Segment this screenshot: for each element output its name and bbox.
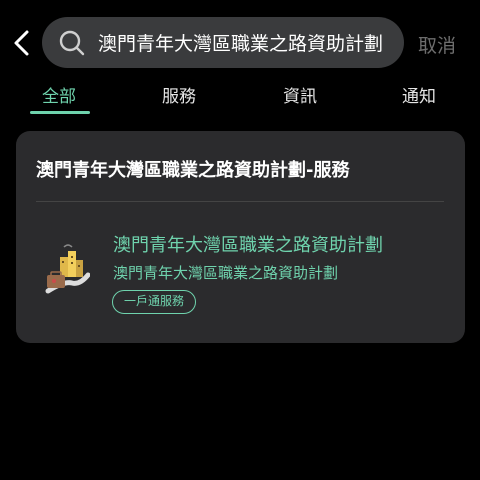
tab-bar: 全部 服務 資訊 通知 (0, 78, 480, 118)
tab-notifications[interactable]: 通知 (402, 82, 436, 107)
tab-services[interactable]: 服務 (162, 82, 196, 107)
tab-all[interactable]: 全部 (42, 82, 76, 107)
tab-info[interactable]: 資訊 (283, 82, 317, 107)
result-subtitle: 澳門青年大灣區職業之路資助計劃 (113, 264, 339, 282)
result-title[interactable]: 澳門青年大灣區職業之路資助計劃 (113, 231, 383, 257)
results-card: 澳門青年大灣區職業之路資助計劃-服務 澳門青年大灣區職業之路資助計劃 澳門青年大… (16, 131, 465, 343)
cancel-button[interactable]: 取消 (418, 31, 456, 58)
active-tab-indicator (30, 111, 90, 114)
top-bar: 取消 (0, 0, 480, 84)
section-title: 澳門青年大灣區職業之路資助計劃-服務 (36, 160, 350, 181)
chevron-left-icon[interactable] (10, 26, 34, 60)
city-road-suitcase-icon[interactable] (44, 241, 90, 297)
divider (36, 201, 444, 202)
search-icon (59, 30, 85, 56)
search-bar[interactable] (42, 17, 404, 68)
search-input[interactable] (98, 17, 398, 68)
service-tag: 一戶通服務 (112, 290, 197, 314)
